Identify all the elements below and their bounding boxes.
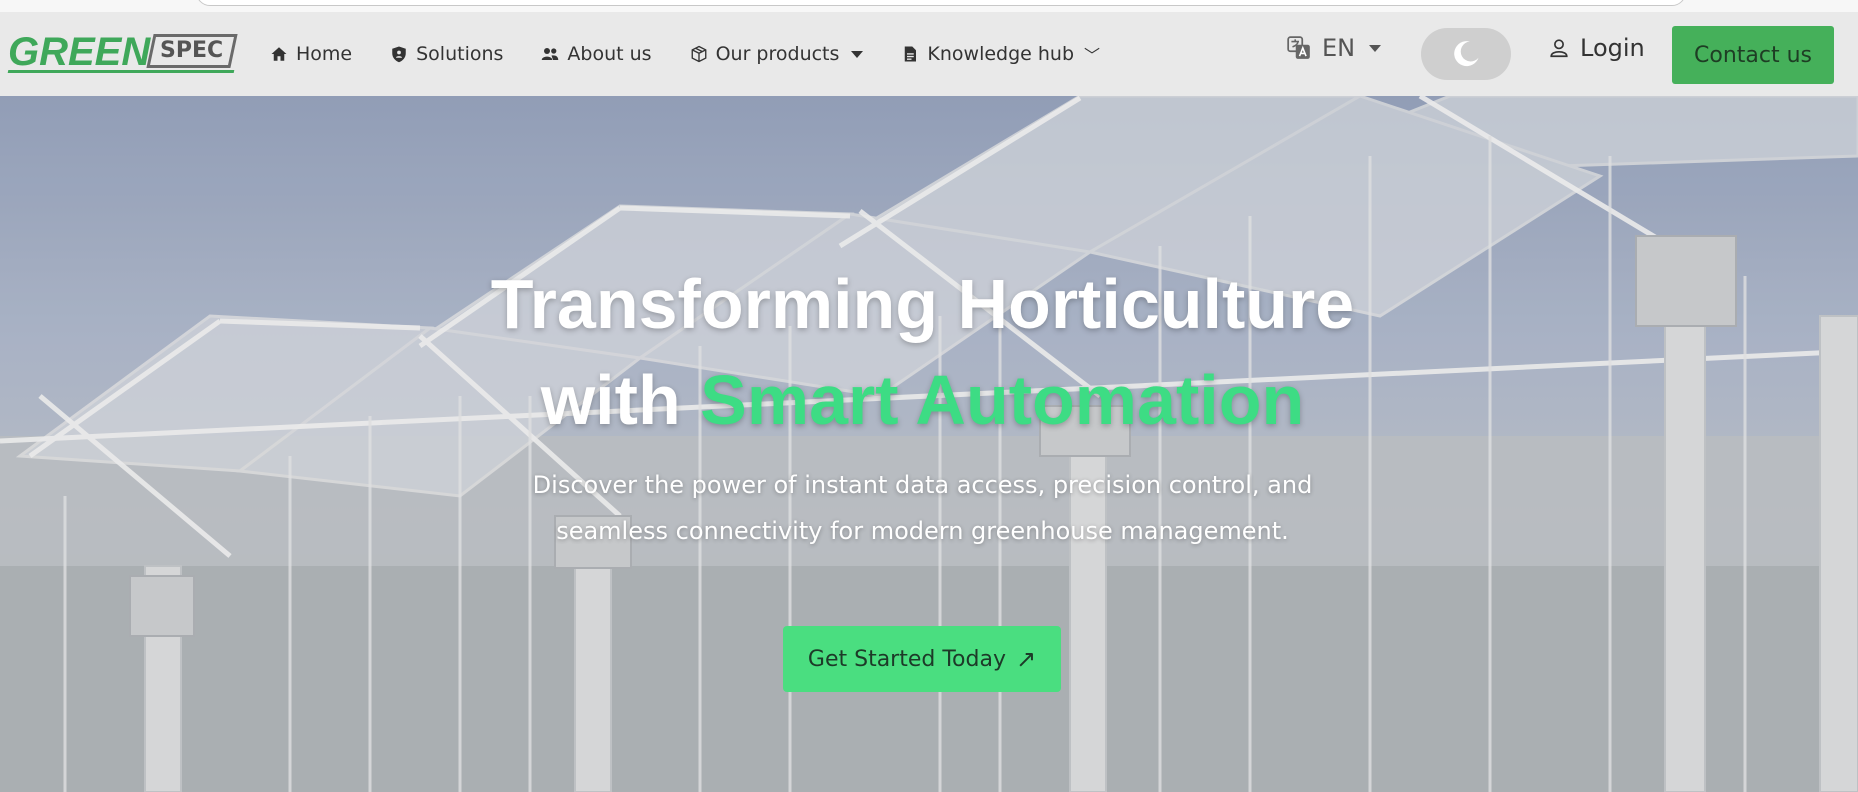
hero-title-line2-prefix: with [540,361,701,439]
logo-underline [7,70,235,73]
shield-icon [392,46,406,63]
contact-us-button[interactable]: Contact us [1672,26,1834,84]
logo-primary-text: GREEN [8,30,151,74]
box-icon [691,45,707,63]
hero-title-accent: Smart Automation [700,361,1305,439]
nav-item-products[interactable]: Our products [690,43,864,65]
browser-top-strip [0,0,1858,12]
document-icon [905,46,917,62]
get-started-label: Get Started Today [807,646,1006,672]
users-icon [542,48,559,60]
hero-section: Transforming Horticulture with Smart Aut… [0,96,1858,792]
hero-title: Transforming Horticulture with Smart Aut… [0,256,1845,448]
language-selector[interactable]: EN [1286,34,1382,62]
browser-address-bar[interactable] [196,0,1686,6]
main-nav: Home Solutions About us Our products Kno… [270,12,1138,96]
nav-item-solutions[interactable]: Solutions [390,43,503,65]
nav-label-solutions: Solutions [416,43,504,65]
user-icon [1550,39,1568,58]
moon-icon [1454,41,1479,67]
caret-down-icon [851,50,864,58]
nav-label-home: Home [296,43,353,65]
hero-title-line1: Transforming Horticulture [490,265,1355,343]
language-label: EN [1322,34,1356,62]
navbar: GREEN SPEC Home Solutions About us Our p… [0,12,1858,96]
logo-secondary-text: SPEC [160,38,224,63]
chevron-down-icon: ﹀ [1084,46,1101,65]
get-started-button[interactable]: Get Started Today ↗ [783,626,1061,692]
brand-logo[interactable]: GREEN SPEC [7,30,238,74]
nav-label-knowledge: Knowledge hub [927,43,1075,65]
login-link[interactable]: Login [1548,34,1645,62]
nav-label-about: About us [567,43,652,65]
caret-down-icon [1369,44,1382,52]
nav-item-knowledge[interactable]: Knowledge hub ﹀ [901,42,1100,66]
arrow-up-right-icon: ↗ [1015,645,1037,673]
hero-subtitle: Discover the power of instant data acces… [532,471,1313,545]
login-label: Login [1580,34,1645,62]
nav-item-about[interactable]: About us [541,43,652,65]
nav-label-products: Our products [715,43,840,65]
translate-icon [1287,36,1310,59]
theme-toggle[interactable] [1421,28,1511,80]
home-icon [271,47,287,61]
nav-item-home[interactable]: Home [270,43,352,65]
